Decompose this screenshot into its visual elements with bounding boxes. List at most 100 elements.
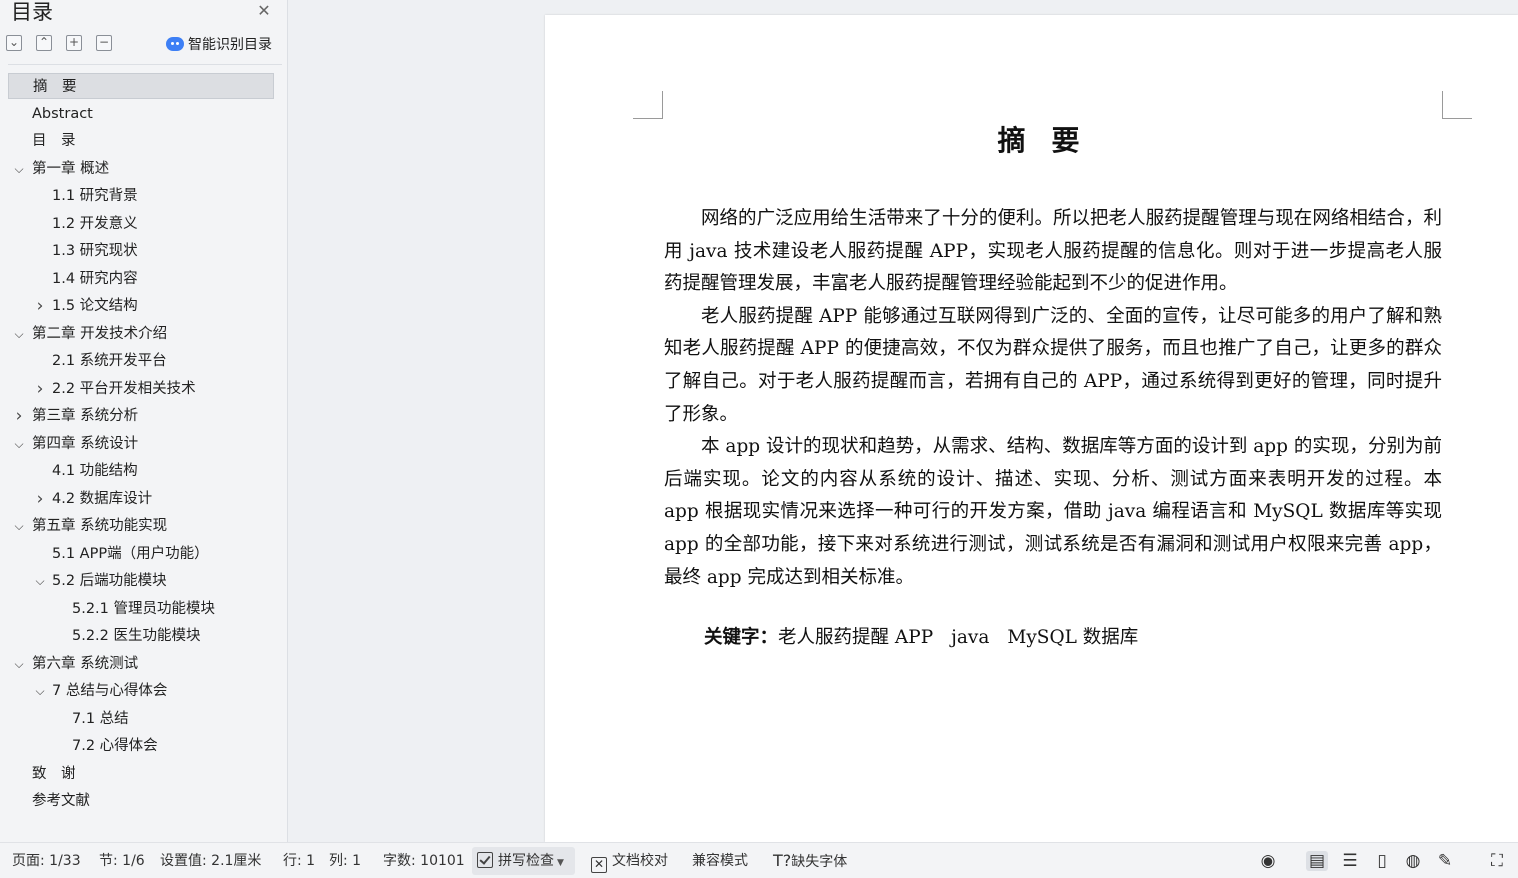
page-title: 摘要 xyxy=(997,124,1106,157)
column-indicator: 列: 1 xyxy=(329,853,362,869)
status-bar: 页面: 1/33 节: 1/6 设置值: 2.1厘米 行: 1 列: 1 字数:… xyxy=(0,842,1518,878)
abstract-body: 网络的广泛应用给生活带来了十分的便利。所以把老人服药提醒管理与现在网络相结合，利… xyxy=(664,203,1442,594)
proofread-label: 文档校对 xyxy=(612,853,668,869)
chevron-down-icon[interactable]: ⌵ xyxy=(34,568,46,594)
remove-heading-icon[interactable]: − xyxy=(96,35,112,51)
toc-item[interactable]: 1.2 开发意义 xyxy=(8,211,274,237)
toc-item[interactable]: 摘 要 xyxy=(8,73,274,99)
keyword: 老人服药提醒 APP xyxy=(778,627,934,648)
toc-item[interactable]: Abstract xyxy=(8,101,274,127)
toc-item[interactable]: ⌵ 第一章 概述 xyxy=(8,156,274,182)
keyword: java xyxy=(951,627,990,648)
toc-item[interactable]: › 2.2 平台开发相关技术 xyxy=(8,376,274,402)
chevron-down-icon[interactable]: ⌵ xyxy=(13,651,25,677)
toc-item[interactable]: ⌵ 第六章 系统测试 xyxy=(8,651,274,677)
toc-item[interactable]: 目 录 xyxy=(8,128,274,154)
smart-toc-button[interactable]: 智能识别目录 xyxy=(166,33,272,55)
chevron-right-icon[interactable]: › xyxy=(34,293,46,319)
toc-item[interactable]: ⌵ 第四章 系统设计 xyxy=(8,431,274,457)
spell-check-button[interactable]: 拼写检查 ▼ xyxy=(477,843,564,878)
toc-item[interactable]: 5.2.1 管理员功能模块 xyxy=(8,596,274,622)
expand-up-icon[interactable]: ⌃ xyxy=(36,35,52,51)
paragraph: 网络的广泛应用给生活带来了十分的便利。所以把老人服药提醒管理与现在网络相结合，利… xyxy=(664,208,1442,295)
toc-item[interactable]: 4.1 功能结构 xyxy=(8,458,274,484)
chevron-right-icon[interactable]: › xyxy=(13,403,25,429)
proofread-button[interactable]: ✕ 文档校对 xyxy=(591,843,668,878)
toc-item[interactable]: 7.1 总结 xyxy=(8,706,274,732)
toc-item[interactable]: 2.1 系统开发平台 xyxy=(8,348,274,374)
outline-view-icon[interactable]: ☰ xyxy=(1339,851,1361,871)
toc-item[interactable]: › 第三章 系统分析 xyxy=(8,403,274,429)
web-view-icon[interactable]: ◍ xyxy=(1402,851,1424,871)
section-indicator[interactable]: 节: 1/6 xyxy=(99,843,145,878)
word-count[interactable]: 字数: 10101 xyxy=(383,843,465,878)
toc-item[interactable]: 1.3 研究现状 xyxy=(8,238,274,264)
toc-item-label: 1.3 研究现状 xyxy=(52,243,138,259)
toc-item-label: 第六章 系统测试 xyxy=(32,655,139,672)
keyword: MySQL 数据库 xyxy=(1007,627,1139,648)
toc-item-label: 7.1 总结 xyxy=(72,710,129,727)
chevron-down-icon[interactable]: ⌵ xyxy=(13,156,25,182)
toc-item-label: 第一章 概述 xyxy=(32,160,110,177)
add-heading-icon[interactable]: + xyxy=(66,35,82,51)
smart-toc-label: 智能识别目录 xyxy=(188,37,272,53)
toc-item-label: 2.1 系统开发平台 xyxy=(52,353,167,369)
toc-item[interactable]: › 4.2 数据库设计 xyxy=(8,486,274,512)
toc-item-label: 5.2 后端功能模块 xyxy=(52,573,167,589)
toc-item-label: 1.4 研究内容 xyxy=(52,270,138,287)
chevron-down-icon[interactable]: ⌵ xyxy=(34,678,46,704)
toc-item[interactable]: 5.1 APP端（用户功能） xyxy=(8,541,274,567)
toc-item[interactable]: 参考文献 xyxy=(8,788,274,814)
chevron-right-icon[interactable]: › xyxy=(34,486,46,512)
toc-item-label: 1.1 研究背景 xyxy=(52,188,138,204)
toc-item-label: 摘 要 xyxy=(33,79,77,95)
read-mode-icon[interactable]: ▯ xyxy=(1371,851,1393,871)
toc-item-label: 目 录 xyxy=(32,133,76,149)
toc-item[interactable]: ⌵ 5.2 后端功能模块 xyxy=(8,568,274,594)
toc-item-label: 4.2 数据库设计 xyxy=(52,490,153,507)
proofread-icon: ✕ xyxy=(591,857,607,873)
spell-check-label: 拼写检查 xyxy=(498,853,554,869)
chevron-down-icon[interactable]: ⌵ xyxy=(13,513,25,539)
fullscreen-icon[interactable]: ⛶ xyxy=(1486,851,1508,871)
pen-icon[interactable]: ✎ xyxy=(1434,851,1456,871)
row-indicator: 行: 1 xyxy=(283,853,316,869)
toc-item[interactable]: 5.2.2 医生功能模块 xyxy=(8,623,274,649)
toc-item-label: 参考文献 xyxy=(32,793,90,809)
toc-item[interactable]: ⌵ 第五章 系统功能实现 xyxy=(8,513,274,539)
toc-item-label: 第五章 系统功能实现 xyxy=(32,518,168,534)
close-icon[interactable]: ✕ xyxy=(254,1,274,21)
toc-item[interactable]: ⌵ 7 总结与心得体会 xyxy=(8,678,274,704)
toc-item[interactable]: › 1.5 论文结构 xyxy=(8,293,274,319)
toc-item-label: 1.5 论文结构 xyxy=(52,298,138,314)
font-icon: T? xyxy=(773,851,792,870)
toc-item[interactable]: 7.2 心得体会 xyxy=(8,733,274,759)
page-indicator[interactable]: 页面: 1/33 xyxy=(12,843,81,878)
eye-icon[interactable]: ◉ xyxy=(1257,851,1279,871)
toc-item-label: 5.1 APP端（用户功能） xyxy=(52,545,209,562)
toc-item[interactable]: 致 谢 xyxy=(8,761,274,787)
margin-corner-mark xyxy=(1442,91,1472,119)
ai-icon xyxy=(166,37,184,51)
compat-mode-button[interactable]: 兼容模式 xyxy=(692,843,748,878)
collapse-all-icon[interactable]: ⌄ xyxy=(6,35,22,51)
document-area[interactable]: 摘要 网络的广泛应用给生活带来了十分的便利。所以把老人服药提醒管理与现在网络相结… xyxy=(289,0,1518,842)
toc-item[interactable]: ⌵ 第二章 开发技术介绍 xyxy=(8,321,274,347)
toc-item-label: 第三章 系统分析 xyxy=(32,408,139,424)
dropdown-caret-icon[interactable]: ▼ xyxy=(557,858,564,868)
chevron-down-icon[interactable]: ⌵ xyxy=(13,321,25,347)
toc-item-label: 5.2.1 管理员功能模块 xyxy=(72,600,216,617)
chevron-down-icon[interactable]: ⌵ xyxy=(13,431,25,457)
setting-value[interactable]: 设置值: 2.1厘米 xyxy=(160,843,261,878)
toc-item[interactable]: 1.1 研究背景 xyxy=(8,183,274,209)
missing-fonts-button[interactable]: T?缺失字体 xyxy=(773,843,847,878)
toc-item-label: 7 总结与心得体会 xyxy=(52,683,168,699)
document-page[interactable]: 摘要 网络的广泛应用给生活带来了十分的便利。所以把老人服药提醒管理与现在网络相结… xyxy=(545,15,1518,842)
divider xyxy=(8,64,282,65)
margin-corner-mark xyxy=(633,91,663,119)
page-view-icon[interactable]: ▤ xyxy=(1306,851,1328,871)
toc-item[interactable]: 1.4 研究内容 xyxy=(8,266,274,292)
chevron-right-icon[interactable]: › xyxy=(34,376,46,402)
paragraph: 本 app 设计的现状和趋势，从需求、结构、数据库等方面的设计到 app 的实现… xyxy=(664,436,1442,588)
toc-item-label: 致 谢 xyxy=(32,765,76,782)
